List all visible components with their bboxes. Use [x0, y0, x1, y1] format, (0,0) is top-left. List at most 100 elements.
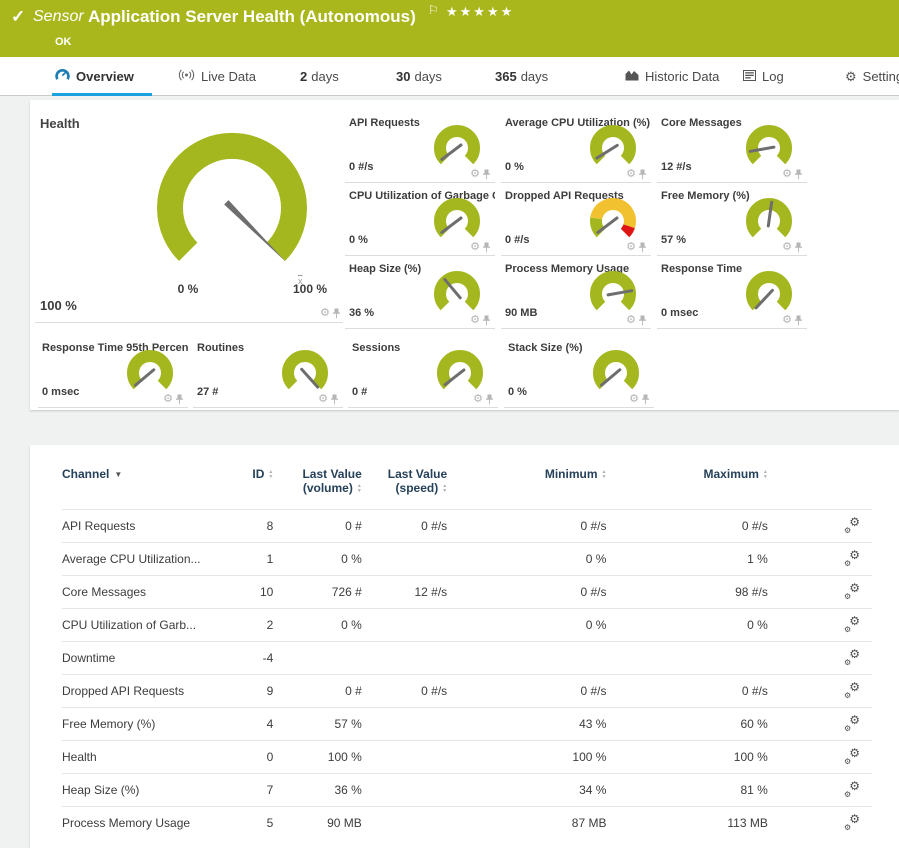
- gear-icon[interactable]: ⚙: [626, 315, 636, 326]
- gauge-cell-average-cpu[interactable]: Average CPU Utilization (%) 0 % ⚙: [501, 110, 651, 183]
- channel-settings-icon[interactable]: ⚙⚙: [844, 748, 860, 764]
- channel-settings-icon[interactable]: ⚙⚙: [844, 517, 860, 533]
- col-header-label: Last Value: [302, 467, 361, 481]
- gauge-cell-routines[interactable]: Routines 27 # ⚙: [193, 335, 343, 408]
- gauge-cell-health[interactable]: Health x 0 % 100 % 100 % ⚙: [30, 100, 345, 325]
- gear-icon[interactable]: ⚙: [782, 169, 792, 180]
- channel-settings-icon[interactable]: ⚙⚙: [844, 649, 860, 665]
- pin-icon[interactable]: [794, 169, 803, 180]
- pin-icon[interactable]: [641, 394, 650, 405]
- last-value-speed: 12 #/s: [362, 576, 447, 609]
- pin-icon[interactable]: [482, 242, 491, 253]
- tab-30-days[interactable]: 30days: [396, 57, 442, 96]
- pin-icon[interactable]: [482, 169, 491, 180]
- channel-name[interactable]: Dropped API Requests: [62, 675, 242, 708]
- gear-icon[interactable]: ⚙: [470, 242, 480, 253]
- gauge-cell-response-95th[interactable]: Response Time 95th Percentile 0 msec ⚙: [38, 335, 188, 408]
- channel-id: 1: [242, 543, 273, 576]
- channel-settings-icon[interactable]: ⚙⚙: [844, 682, 860, 698]
- col-header-last-value-volume[interactable]: Last Value(volume)▲▼: [273, 463, 361, 510]
- channel-settings-icon[interactable]: ⚙⚙: [844, 616, 860, 632]
- gear-icon[interactable]: ⚙: [626, 242, 636, 253]
- col-header-minimum[interactable]: Minimum▲▼: [447, 463, 606, 510]
- gauge-cell-free-memory[interactable]: Free Memory (%) 57 % ⚙: [657, 183, 807, 256]
- channel-name[interactable]: Downtime: [62, 642, 242, 675]
- gauge-cell-api-requests[interactable]: API Requests 0 #/s ⚙: [345, 110, 495, 183]
- small-gauge: [590, 347, 642, 399]
- channel-name[interactable]: API Requests: [62, 510, 242, 543]
- table-row: Average CPU Utilization... 1 0 % 0 % 1 %…: [62, 543, 872, 576]
- tab-number: 365: [495, 69, 517, 84]
- channel-name[interactable]: CPU Utilization of Garb...: [62, 609, 242, 642]
- gear-icon[interactable]: ⚙: [626, 169, 636, 180]
- tab-live-data[interactable]: Live Data: [178, 57, 256, 96]
- tab-365-days[interactable]: 365days: [495, 57, 548, 96]
- gauge-cell-process-memory[interactable]: Process Memory Usage 90 MB ⚙: [501, 256, 651, 329]
- col-header-maximum[interactable]: Maximum▲▼: [606, 463, 767, 510]
- pin-icon[interactable]: [175, 394, 184, 405]
- gauge-cell-cpu-garbage[interactable]: CPU Utilization of Garbage C... 0 % ⚙: [345, 183, 495, 256]
- gear-icon[interactable]: ⚙: [470, 315, 480, 326]
- tab-settings[interactable]: ⚙Settings: [845, 57, 899, 96]
- col-header-channel[interactable]: Channel▼: [62, 463, 242, 510]
- channel-name[interactable]: Core Messages: [62, 576, 242, 609]
- small-gauge: [434, 347, 486, 399]
- channel-settings-icon[interactable]: ⚙⚙: [844, 781, 860, 797]
- gear-icon[interactable]: ⚙: [782, 242, 792, 253]
- pin-icon[interactable]: [794, 242, 803, 253]
- pin-icon[interactable]: [482, 315, 491, 326]
- pin-icon[interactable]: [794, 315, 803, 326]
- priority-stars[interactable]: ★★★★★: [446, 4, 514, 20]
- gauge-cell-response-time[interactable]: Response Time 0 msec ⚙: [657, 256, 807, 329]
- channel-name[interactable]: Free Memory (%): [62, 708, 242, 741]
- gauge-cell-stack-size[interactable]: Stack Size (%) 0 % ⚙: [504, 335, 654, 408]
- table-row: Downtime -4 ⚙⚙: [62, 642, 872, 675]
- tab-log[interactable]: Log: [743, 57, 784, 96]
- gear-icon[interactable]: ⚙: [629, 394, 639, 405]
- tab-bar: Overview Live Data 2days 30days 365days …: [0, 57, 899, 96]
- pin-icon[interactable]: [485, 394, 494, 405]
- pin-icon[interactable]: [638, 169, 647, 180]
- ok-check-icon: ✓: [11, 7, 25, 27]
- channel-settings-icon[interactable]: ⚙⚙: [844, 550, 860, 566]
- maximum: [606, 642, 767, 675]
- channel-settings-icon[interactable]: ⚙⚙: [844, 715, 860, 731]
- pin-icon[interactable]: [330, 394, 339, 405]
- gear-icon[interactable]: ⚙: [320, 308, 330, 319]
- gear-icon[interactable]: ⚙: [782, 315, 792, 326]
- gauge-cell-dropped-api[interactable]: Dropped API Requests 0 #/s ⚙: [501, 183, 651, 256]
- channels-panel: Channel▼ ID▲▼ Last Value(volume)▲▼ Last …: [30, 445, 899, 848]
- pin-icon[interactable]: [332, 308, 341, 319]
- gear-icon[interactable]: ⚙: [163, 394, 173, 405]
- tab-2-days[interactable]: 2days: [300, 57, 339, 96]
- pin-icon[interactable]: [638, 242, 647, 253]
- gauges-panel: Health x 0 % 100 % 100 % ⚙ API Requests: [30, 100, 899, 410]
- sensor-status-header: ✓ Sensor Application Server Health (Auto…: [0, 0, 899, 57]
- tab-historic-data[interactable]: Historic Data: [625, 57, 719, 96]
- gauge-cell-heap-size[interactable]: Heap Size (%) 36 % ⚙: [345, 256, 495, 329]
- last-value-volume: 0 #: [273, 675, 361, 708]
- channel-name[interactable]: Average CPU Utilization...: [62, 543, 242, 576]
- gear-icon[interactable]: ⚙: [318, 394, 328, 405]
- maximum: 0 #/s: [606, 510, 767, 543]
- channel-settings-icon[interactable]: ⚙⚙: [844, 814, 860, 830]
- col-header-label: Channel: [62, 467, 109, 481]
- gauge-cell-sessions[interactable]: Sessions 0 # ⚙: [348, 335, 498, 408]
- gauge-cell-core-messages[interactable]: Core Messages 12 #/s ⚙: [657, 110, 807, 183]
- minimum: 0 #/s: [447, 510, 606, 543]
- flag-icon[interactable]: ⚐: [428, 3, 439, 17]
- channel-name[interactable]: Health: [62, 741, 242, 774]
- col-header-last-value-speed[interactable]: Last Value(speed)▲▼: [362, 463, 447, 510]
- gear-icon[interactable]: ⚙: [473, 394, 483, 405]
- tab-overview[interactable]: Overview: [55, 57, 134, 96]
- channel-name[interactable]: Process Memory Usage: [62, 807, 242, 840]
- minimum: 43 %: [447, 708, 606, 741]
- col-header-id[interactable]: ID▲▼: [242, 463, 273, 510]
- pin-icon[interactable]: [638, 315, 647, 326]
- status-badge: OK: [55, 36, 72, 48]
- channel-settings-icon[interactable]: ⚙⚙: [844, 583, 860, 599]
- small-gauge: [124, 347, 176, 399]
- maximum: 81 %: [606, 774, 767, 807]
- channel-name[interactable]: Heap Size (%): [62, 774, 242, 807]
- gear-icon[interactable]: ⚙: [470, 169, 480, 180]
